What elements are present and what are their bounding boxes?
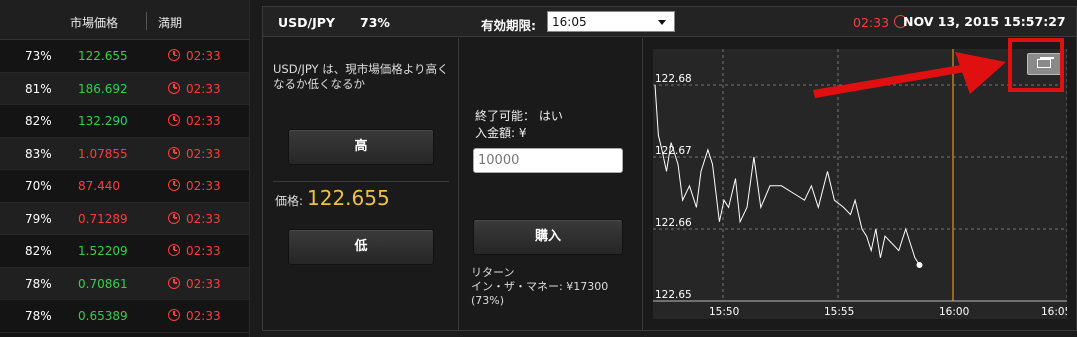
list-item[interactable]: 82% 1.52209 02:33: [0, 235, 249, 268]
column-header-price: 市場価格: [70, 16, 119, 30]
expiry-time: 02:33: [186, 49, 221, 63]
column-header-expiry: 満期: [158, 16, 183, 30]
payout-rate: 79%: [25, 211, 52, 226]
trade-header: USD/JPY 73% 有効期限: 16:05 02:33 NOV 13, 20…: [263, 7, 1076, 37]
market-price: 87.440: [78, 179, 120, 193]
y-tick-label: 122.65: [655, 289, 692, 301]
payout-rate: 78%: [25, 309, 52, 323]
clock-icon: [168, 49, 180, 61]
trade-question: USD/JPY は、現市場価格より高くなるか低くなるか: [273, 62, 449, 91]
direction-column: USD/JPY は、現市場価格より高くなるか低くなるか 高 価格: 122.65…: [263, 38, 459, 330]
list-item[interactable]: 79% 0.71289 02:33: [0, 202, 249, 235]
high-button[interactable]: 高: [288, 129, 434, 165]
can-close-text: 終了可能： はい: [475, 109, 563, 123]
current-price-point: [916, 262, 923, 268]
price-chart-svg: 122.68122.67122.66122.6515:50 15:55 16:00 1…: [653, 49, 1067, 318]
x-tick-label: 16:00: [939, 306, 969, 318]
payout-rate: 73%: [25, 49, 52, 63]
price-chart[interactable]: 122.68 122.67 122.66 122.65 15:50 15:55 16:00 1…: [653, 49, 1067, 319]
amount-label: 入金額: ¥: [475, 126, 527, 140]
expiry-time: 02:33: [186, 244, 221, 258]
expiry-time: 02:33: [186, 309, 221, 323]
list-item[interactable]: 70% 87.440 02:33: [0, 170, 249, 203]
market-price: 1.07855: [78, 146, 128, 161]
market-price: 0.71289: [78, 211, 128, 226]
current-price: 122.655: [307, 186, 390, 210]
list-item[interactable]: 78% 0.65389 02:33: [0, 300, 249, 333]
payout-rate: 83%: [25, 146, 52, 161]
x-tick-label: 15:55: [824, 306, 854, 318]
divider: [273, 181, 449, 182]
list-item[interactable]: 83% 1.07855 02:33: [0, 137, 249, 170]
asset-pair: USD/JPY: [278, 15, 335, 30]
market-price: 1.52209: [78, 244, 128, 258]
order-column: 終了可能： はい 入金額: ¥ 購入 リターン イン・ザ・マネー: ¥17300…: [459, 38, 643, 330]
column-divider: [146, 12, 147, 30]
countdown: 02:33: [853, 15, 890, 30]
expiry-time: 02:33: [186, 114, 221, 128]
payout-rate: 73%: [360, 15, 390, 30]
expiry-time: 02:33: [186, 179, 221, 193]
expiry-select[interactable]: 16:05: [547, 11, 675, 32]
expiry-select-value: 16:05: [552, 15, 587, 29]
expiry-time: 02:33: [186, 146, 221, 161]
trade-panel: USD/JPY 73% 有効期限: 16:05 02:33 NOV 13, 20…: [262, 6, 1077, 331]
market-price: 0.70861: [78, 276, 128, 291]
clock-icon: [168, 179, 180, 191]
market-price: 0.65389: [78, 309, 128, 323]
expiry-time: 02:33: [186, 276, 221, 291]
y-tick-label: 122.68: [655, 73, 692, 85]
market-price: 122.655: [78, 49, 128, 63]
price-series-line: [654, 84, 920, 266]
list-item[interactable]: 73% 122.655 02:33: [0, 40, 249, 73]
payout-rate: 70%: [25, 179, 52, 193]
clock-icon: [168, 276, 180, 289]
payout-rate: 78%: [25, 276, 52, 291]
asset-list-header: 市場価格 満期: [0, 0, 249, 40]
buy-button[interactable]: 購入: [473, 219, 623, 255]
list-item[interactable]: 81% 186.692 02:33: [0, 72, 249, 105]
clock-icon: [168, 114, 180, 126]
market-price: 132.290: [78, 114, 128, 128]
clock-icon: [168, 211, 180, 224]
clock-icon: [168, 244, 180, 256]
return-value: イン・ザ・マネー: ¥17300 (73%): [471, 280, 609, 307]
list-item[interactable]: 78% 0.70861 02:33: [0, 267, 249, 300]
chevron-down-icon: [658, 20, 666, 25]
server-datetime: NOV 13, 2015 15:57:27: [903, 14, 1066, 29]
low-button[interactable]: 低: [288, 229, 434, 265]
payout-rate: 82%: [25, 244, 52, 258]
clock-icon: [168, 81, 180, 94]
clock-icon: [168, 146, 180, 159]
annotation-highlight-box: [1008, 38, 1064, 92]
market-price: 186.692: [78, 81, 128, 96]
x-tick-label: 15:50: [709, 306, 739, 318]
x-tick-label: 16:05: [1041, 306, 1067, 318]
asset-list: 市場価格 満期 73% 122.655 02:33 81% 186.692 02:33 82…: [0, 0, 250, 337]
expiry-label: 有効期限:: [481, 18, 536, 33]
expiry-time: 02:33: [186, 81, 221, 96]
amount-input[interactable]: [473, 148, 623, 173]
y-tick-label: 122.66: [655, 217, 692, 229]
price-label: 価格:: [275, 194, 304, 208]
payout-rate: 82%: [25, 114, 52, 128]
list-item[interactable]: 82% 132.290 02:33: [0, 105, 249, 138]
clock-icon: [168, 309, 180, 321]
payout-rate: 81%: [25, 81, 52, 96]
expiry-time: 02:33: [186, 211, 221, 226]
